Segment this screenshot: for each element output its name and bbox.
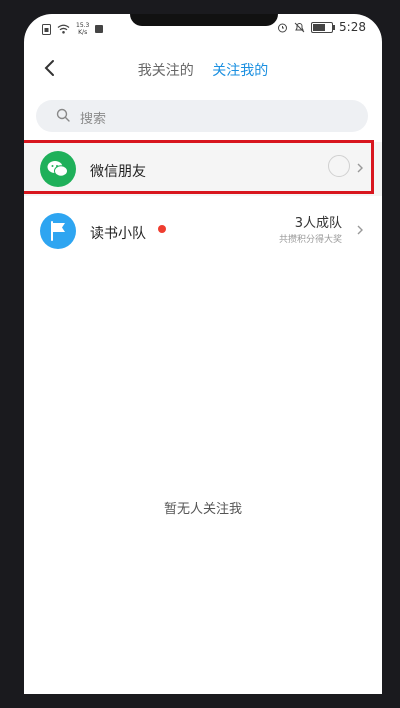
search-input[interactable]: 搜索 <box>36 100 368 132</box>
tab-following[interactable]: 我关注的 <box>138 60 194 80</box>
mute-icon <box>294 22 305 32</box>
status-left: 15.3 K/s <box>42 22 104 36</box>
search-icon <box>56 108 70 122</box>
network-speed: 15.3 K/s <box>76 22 90 36</box>
search-placeholder: 搜索 <box>80 112 107 127</box>
list-item-title: 微信朋友 <box>90 164 146 180</box>
empty-state-text: 暂无人关注我 <box>163 502 242 517</box>
alarm-icon <box>278 23 288 32</box>
red-dot-badge <box>158 225 166 233</box>
wechat-icon <box>40 151 76 187</box>
team-size-label: 3人成队 <box>294 216 342 231</box>
tab-followers[interactable]: 关注我的 <box>212 60 268 80</box>
sim-icon <box>42 23 51 35</box>
tab-bar: 我关注的 关注我的 <box>24 60 382 80</box>
status-bar: 15.3 K/s 5:28 <box>24 14 382 46</box>
notification-square-icon <box>95 25 104 33</box>
phone-bottom-edge <box>0 694 400 708</box>
team-reward-label: 共攒积分得大奖 <box>278 235 342 245</box>
battery-icon <box>311 21 336 33</box>
list-item-wechat-friends[interactable]: 微信朋友 <box>24 140 382 196</box>
highlight-box <box>24 140 374 194</box>
flag-icon <box>40 213 76 249</box>
clock: 5:28 <box>339 20 366 34</box>
status-right: 5:28 <box>277 20 366 34</box>
list-item-title: 读书小队 <box>90 226 146 242</box>
top-nav: 我关注的 关注我的 <box>24 52 382 86</box>
chevron-right-icon <box>357 163 363 173</box>
list-item-reading-team[interactable]: 读书小队 3人成队 共攒积分得大奖 <box>24 204 382 258</box>
wifi-icon <box>57 24 70 34</box>
app-screen: 15.3 K/s 5:28 我关注的 关注我的 搜索 微信朋友 读书小队 3人成… <box>24 14 382 694</box>
chevron-right-icon <box>357 225 363 235</box>
loading-spinner <box>328 155 350 177</box>
